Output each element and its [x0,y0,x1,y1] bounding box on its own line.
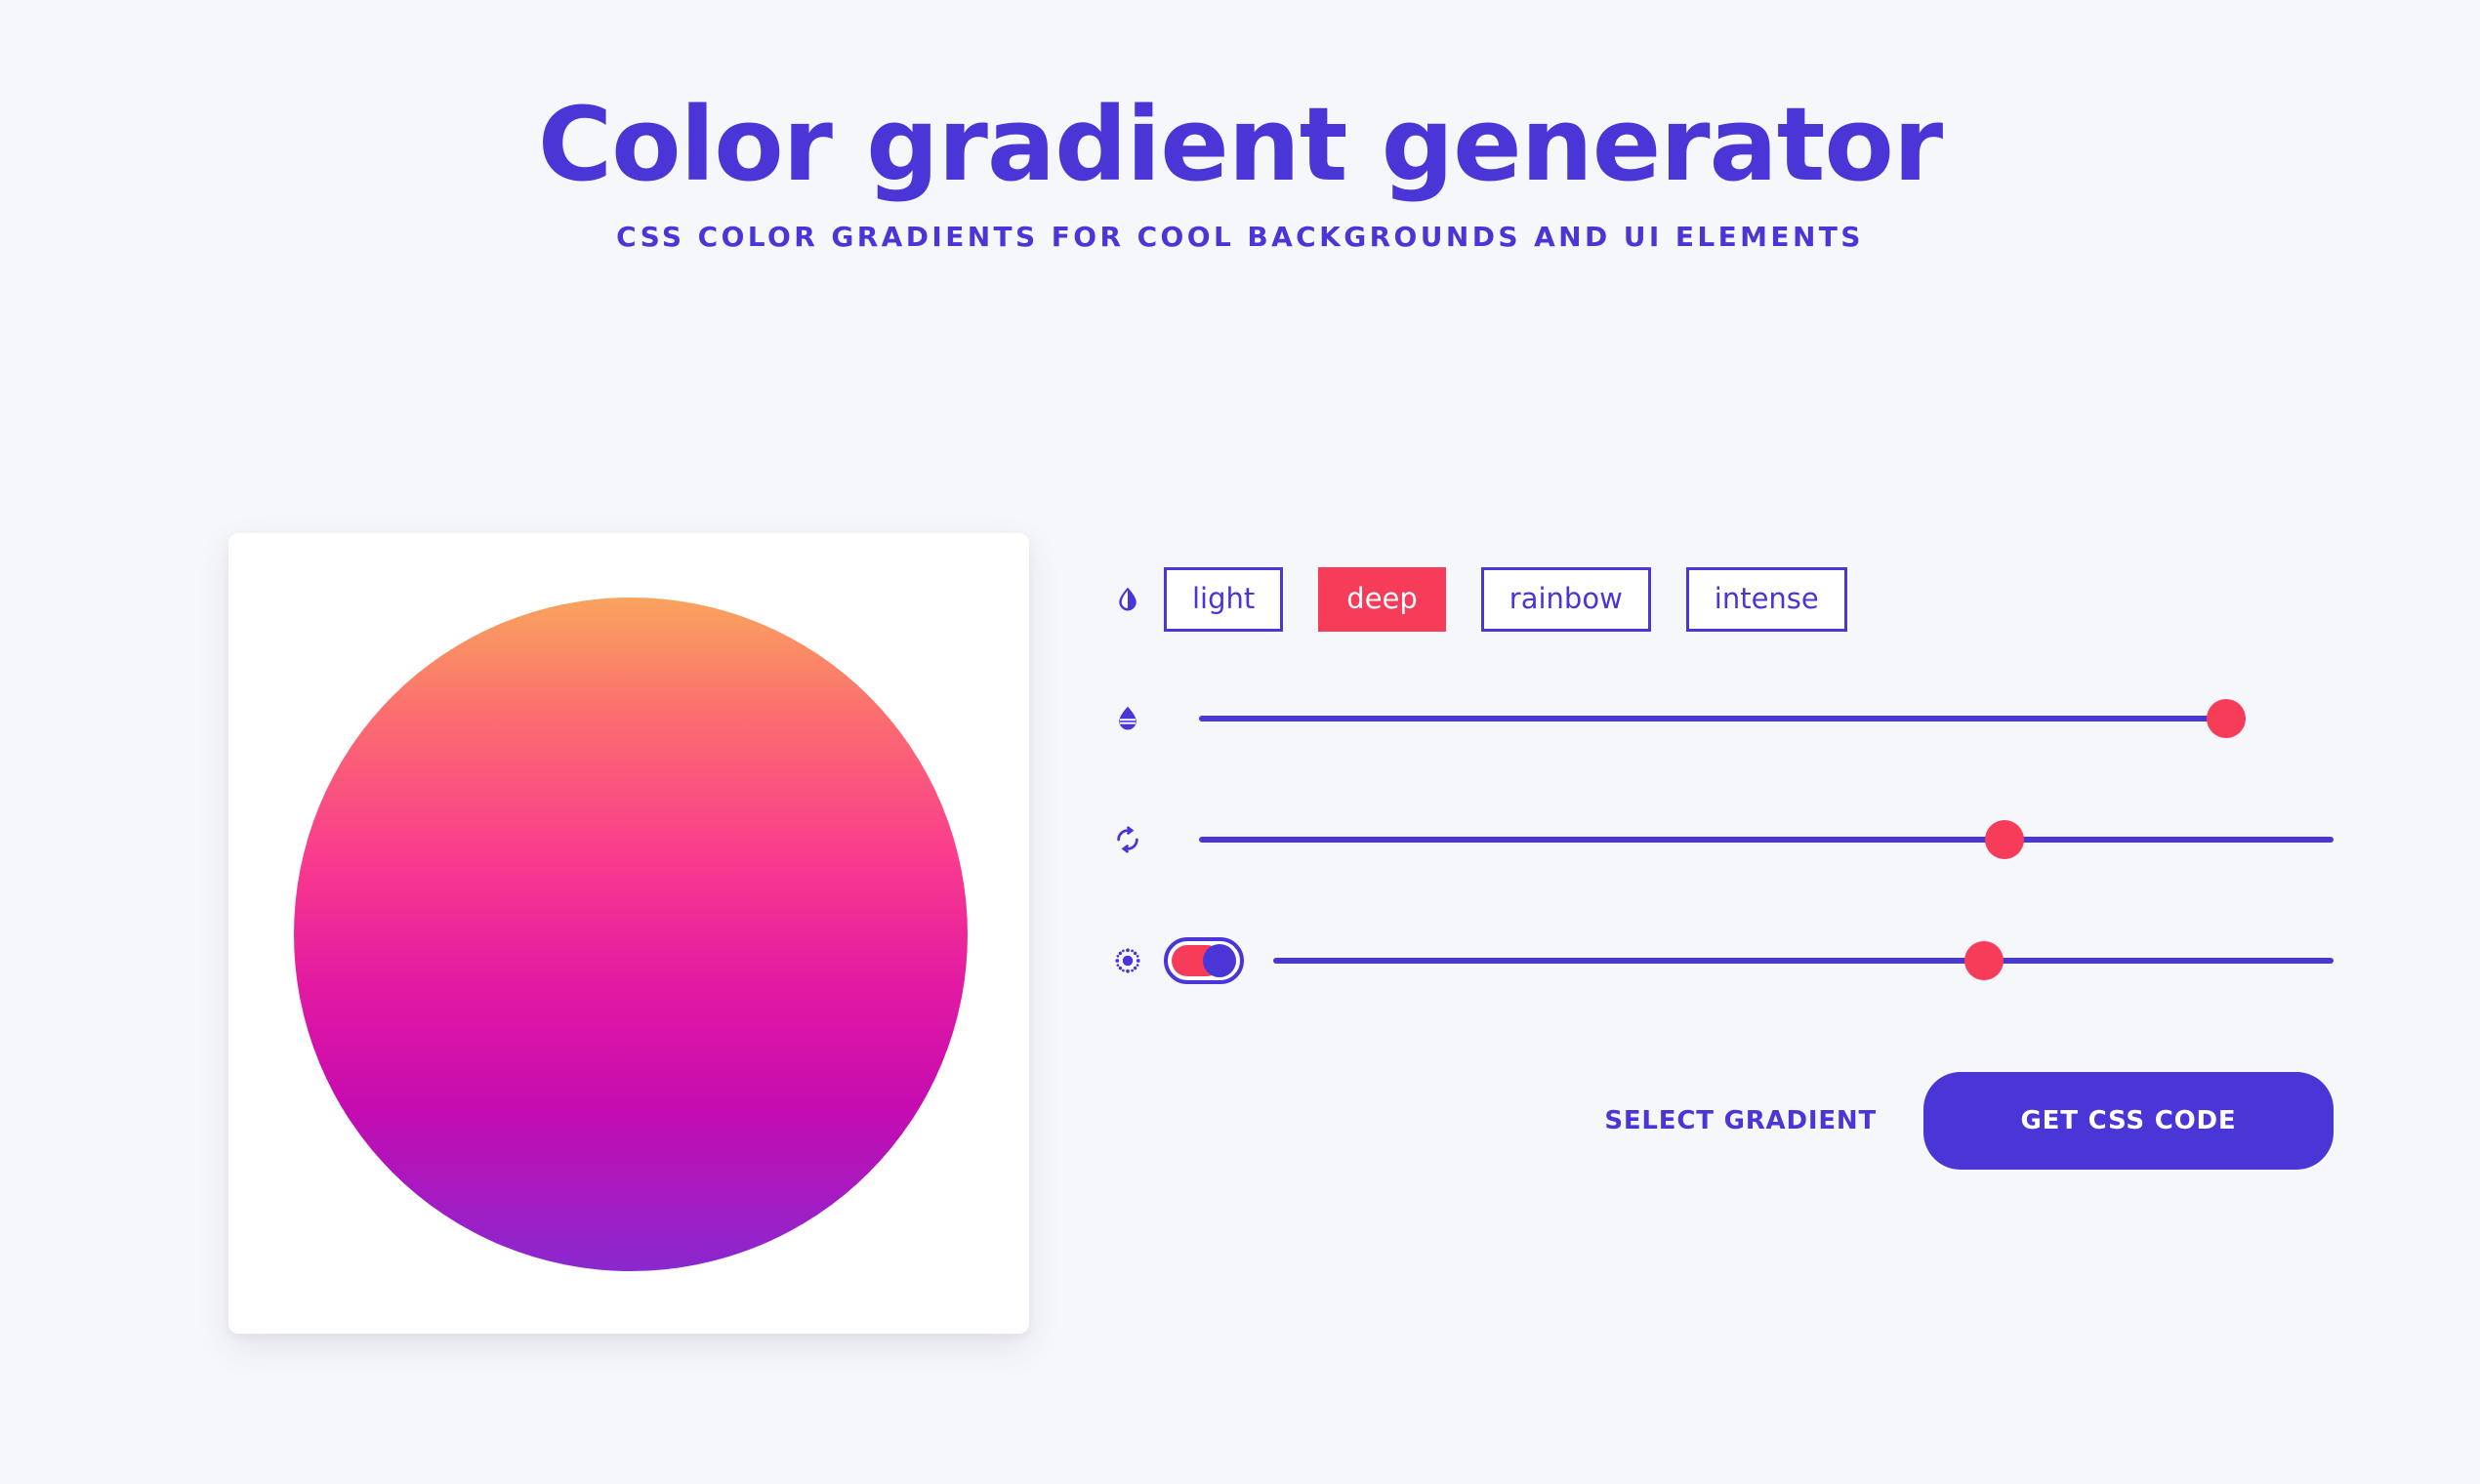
preset-button-group: light deep rainbow intense [1164,567,1847,632]
grain-slider[interactable] [1273,931,2334,990]
toggle-knob[interactable] [1203,944,1236,977]
saturation-droplet-icon [1113,704,1164,733]
saturation-slider-row [1113,681,2334,756]
slider-track [1199,716,2226,721]
slider-thumb[interactable] [2207,699,2246,738]
grain-icon [1113,946,1164,975]
contrast-droplet-icon [1113,585,1164,614]
grain-row [1113,924,2334,998]
page-header: Color gradient generator CSS color gradi… [0,0,2480,254]
controls-panel: light deep rainbow intense [1113,547,2334,998]
slider-track [1199,837,2334,843]
slider-thumb[interactable] [1963,941,2004,980]
preset-button-light[interactable]: light [1164,567,1284,632]
slider-track [1273,958,2334,964]
page-subtitle: CSS color gradients for cool backgrounds… [616,221,1864,254]
gradient-sphere [294,598,968,1271]
preset-button-rainbow[interactable]: rainbow [1480,567,1651,632]
grain-toggle[interactable] [1164,937,1244,984]
rotation-slider[interactable] [1199,810,2334,869]
page-title: Color gradient generator [537,85,1943,204]
action-row: Select gradient Get CSS code [1113,1072,2334,1170]
gradient-preview-card [228,533,1029,1334]
saturation-slider[interactable] [1199,689,2246,748]
select-gradient-button[interactable]: Select gradient [1598,1105,1882,1136]
preset-button-intense[interactable]: intense [1685,567,1847,632]
preset-row: light deep rainbow intense [1113,562,2334,637]
get-css-code-button[interactable]: Get CSS code [1923,1072,2334,1170]
rotate-icon [1113,825,1164,854]
slider-thumb[interactable] [1985,820,2025,859]
preset-button-deep[interactable]: deep [1318,567,1446,632]
rotation-slider-row [1113,803,2334,877]
